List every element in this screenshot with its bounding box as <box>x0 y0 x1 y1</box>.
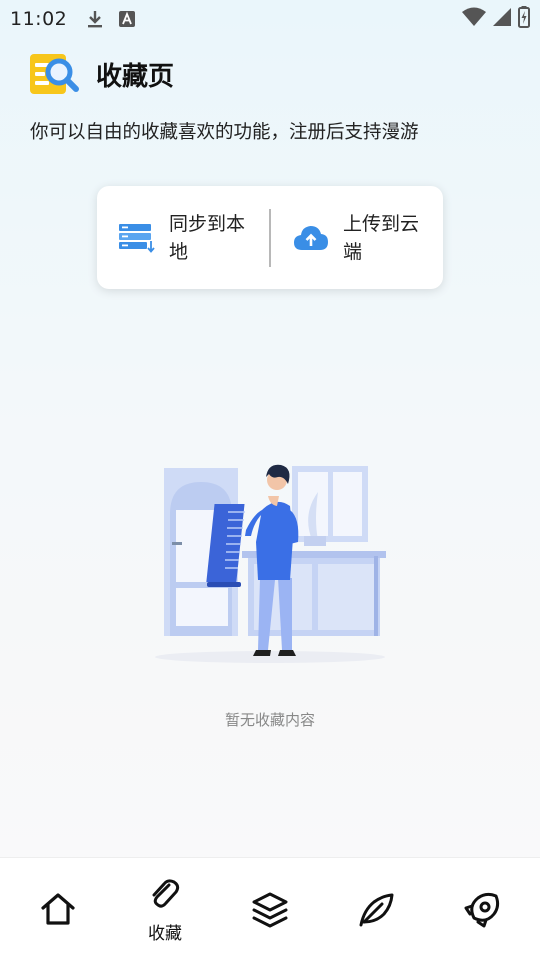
page-subtitle: 你可以自由的收藏喜欢的功能，注册后支持漫游 <box>30 122 419 143</box>
empty-state-illustration <box>155 464 386 663</box>
battery-charging-icon <box>518 6 530 28</box>
keyboard-a-icon <box>119 11 136 27</box>
bottom-nav: 收藏 <box>0 857 540 960</box>
sync-local-label: 同步到本地 <box>169 212 246 263</box>
status-bar: 11:02 <box>0 0 540 38</box>
upload-cloud-label: 上传到云端 <box>342 212 419 263</box>
search-list-icon <box>30 54 79 94</box>
leaf-icon <box>359 893 394 927</box>
wifi-icon <box>462 7 486 26</box>
upload-cloud-button[interactable]: 上传到云端 <box>271 186 443 289</box>
nav-label-favorites: 收藏 <box>148 924 182 944</box>
cloud-upload-icon <box>293 225 328 250</box>
layers-icon <box>252 892 288 928</box>
download-icon <box>88 11 103 28</box>
nav-item-favorites[interactable]: 收藏 <box>111 858 219 960</box>
empty-state-text: 暂无收藏内容 <box>224 711 315 729</box>
sync-local-button[interactable]: 同步到本地 <box>97 186 269 289</box>
sync-card: 同步到本地 上传到云端 <box>97 186 443 289</box>
page-title: 收藏页 <box>96 61 175 92</box>
nav-item-layers[interactable] <box>216 858 324 960</box>
server-download-icon <box>119 223 155 253</box>
signal-icon <box>493 8 511 26</box>
page-header: 收藏页 <box>28 52 174 96</box>
rocket-icon <box>464 892 500 928</box>
nav-item-rocket[interactable] <box>428 858 536 960</box>
home-icon <box>41 893 75 925</box>
nav-item-home[interactable] <box>4 858 112 960</box>
status-time: 11:02 <box>10 8 68 30</box>
paperclip-icon <box>152 879 180 908</box>
nav-item-leaf[interactable] <box>322 858 430 960</box>
